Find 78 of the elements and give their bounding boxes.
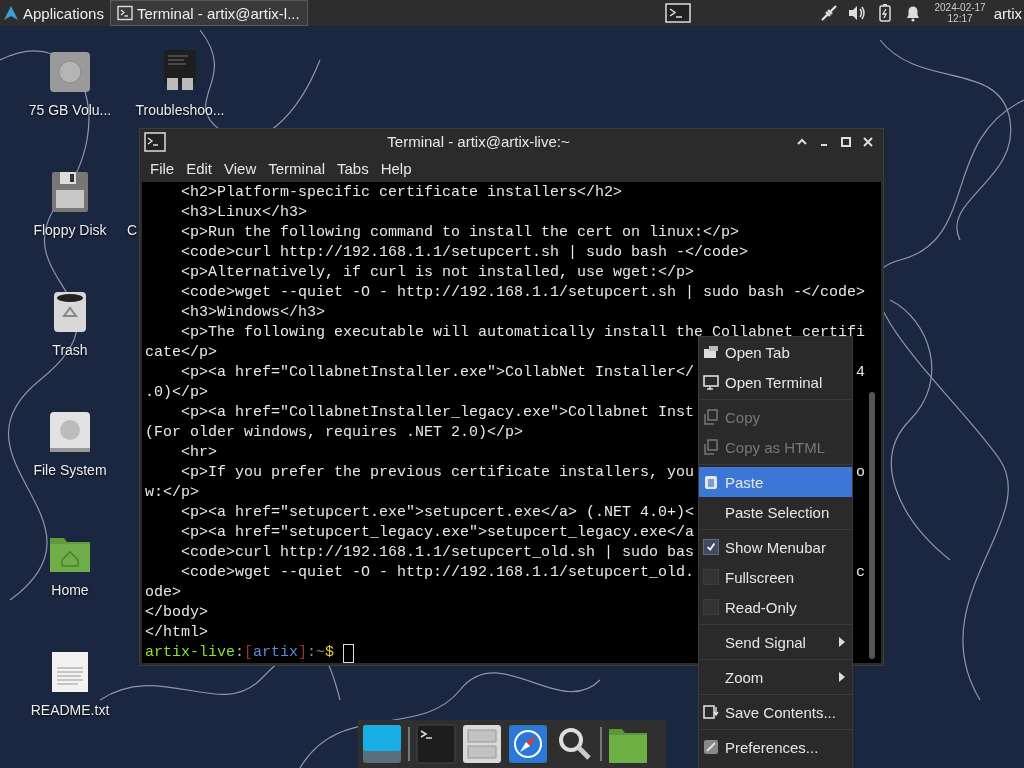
text-cursor: [343, 644, 355, 663]
terminal-line: c: [856, 563, 866, 583]
context-menu-item[interactable]: Show Menubar: [699, 532, 852, 562]
submenu-arrow-icon: [838, 671, 846, 683]
taskbar-button[interactable]: Terminal - artix@artix-l...: [109, 0, 308, 26]
terminal-line: <p><a href="setupcert.exe">setupcert.exe</a> (.NET 4.0+)<: [180, 503, 695, 523]
user-name[interactable]: artix: [993, 4, 1022, 22]
context-menu-item[interactable]: Send Signal: [699, 627, 852, 657]
terminal-line: ode>: [145, 583, 181, 603]
terminal-line: .0)</p>: [145, 383, 208, 403]
context-menu-item[interactable]: Fullscreen: [699, 562, 852, 592]
desktop-icon-label[interactable]: Trash: [52, 342, 88, 358]
desktop-icon-label[interactable]: 75 GB Volu...: [28, 102, 112, 118]
terminal-icon: [144, 131, 166, 152]
file-cabinet-icon[interactable]: [462, 724, 502, 764]
menu-item[interactable]: Tabs: [330, 159, 375, 177]
context-menu-item[interactable]: Save Contents...: [699, 697, 852, 727]
menu-item[interactable]: Terminal: [262, 159, 331, 177]
terminal-line: <code>curl http://192.168.1.1/setupcert.sh | sudo bash -</code>: [180, 243, 749, 263]
terminal-line: </body>: [145, 603, 208, 623]
logo-icon: [3, 5, 19, 21]
terminal-line: <p>If you prefer the previous certificate installers, you: [180, 463, 695, 483]
terminal-line: <p><a href="setupcert_legacy.exe">setupcert_legacy.exe</a: [180, 523, 695, 543]
desktop-icon-label[interactable]: Floppy Disk: [33, 222, 107, 238]
terminal-line: <hr>: [180, 443, 217, 463]
context-menu-item[interactable]: Paste: [699, 467, 852, 497]
context-menu-item[interactable]: Zoom: [699, 662, 852, 692]
clock-time: 12:17: [947, 13, 973, 24]
terminal-line: (For older windows, requires .NET 2.0)</p>: [145, 423, 524, 443]
compass-icon[interactable]: [508, 724, 548, 764]
desktop-icon-label[interactable]: README.txt: [30, 702, 110, 718]
terminal-line: <p><a href="CollabnetInstaller_legacy.exe">Collabnet Inst: [180, 403, 695, 423]
desktop-icon-label[interactable]: C: [126, 222, 138, 238]
close-icon[interactable]: [862, 135, 874, 148]
terminal-line: <p><a href="CollabnetInstaller.exe">CollabNet Installer</: [180, 363, 695, 383]
clipboard-icon: [703, 474, 719, 490]
terminal-line: <p>Run the following command to install the cert on linux:</p>: [180, 223, 740, 243]
terminal-line: <code>wget --quiet -O - http://192.168.1.1/setupcert.sh | sudo bash -</code>: [180, 283, 866, 303]
terminal-line: <code>wget --quiet -O - http://192.168.1.1/setupcert_old.: [180, 563, 695, 583]
menu-item[interactable]: View: [218, 159, 263, 177]
terminal-line: <h3>Linux</h3>: [180, 203, 308, 223]
new-tab-icon: [703, 344, 719, 360]
context-menu-item[interactable]: Preferences...: [699, 732, 852, 762]
drive-icon[interactable]: [48, 50, 92, 94]
context-menu-item[interactable]: Read-Only: [699, 592, 852, 622]
terminal-line: </html>: [145, 623, 208, 643]
menu-item[interactable]: Help: [374, 159, 418, 177]
terminal-line: <h3>Windows</h3>: [180, 303, 326, 323]
copy-icon: [703, 409, 719, 425]
shell-prompt: artix-live:[artix]:~$: [145, 643, 335, 663]
desktop-icon-label[interactable]: File System: [33, 462, 107, 478]
menu-item[interactable]: File: [144, 159, 181, 177]
desktop-icon[interactable]: [362, 724, 402, 764]
terminal-line: w:</p>: [145, 483, 199, 503]
checkbox[interactable]: [703, 539, 719, 555]
checkmark-icon: [705, 541, 717, 553]
terminal-line: 4: [856, 363, 866, 383]
submenu-arrow-icon: [838, 636, 846, 648]
window-title: Terminal - artix@artix-live:~: [386, 133, 571, 151]
context-menu-item[interactable]: Paste Selection: [699, 497, 852, 527]
terminal-line: <code>curl http://192.168.1.1/setupcert_old.sh | sudo bas: [180, 543, 695, 563]
save-icon: [703, 704, 719, 720]
terminal-line: <h2>Platform-specific certificate installers</h2>: [180, 183, 623, 203]
desktop-icon-label[interactable]: Home: [51, 582, 89, 598]
desktop-icon-label[interactable]: Troubleshoo...: [135, 102, 225, 118]
applications-menu[interactable]: Applications: [0, 0, 110, 26]
clock-date: 2024-02-17: [934, 2, 986, 13]
copy-icon: [703, 439, 719, 455]
terminal-line: <p>Alternatively, if curl is not installed, use wget:</p>: [180, 263, 695, 283]
terminal-line: o: [856, 463, 866, 483]
maximize-icon[interactable]: [840, 135, 852, 148]
scrollbar[interactable]: [869, 392, 875, 659]
preferences-icon: [703, 739, 719, 755]
menu-item[interactable]: Edit: [180, 159, 219, 177]
terminal-line: cate</p>: [145, 343, 217, 363]
new-window-icon: [703, 374, 719, 390]
terminal-icon: [116, 5, 133, 21]
context-menu-item[interactable]: Open Terminal: [699, 367, 852, 397]
